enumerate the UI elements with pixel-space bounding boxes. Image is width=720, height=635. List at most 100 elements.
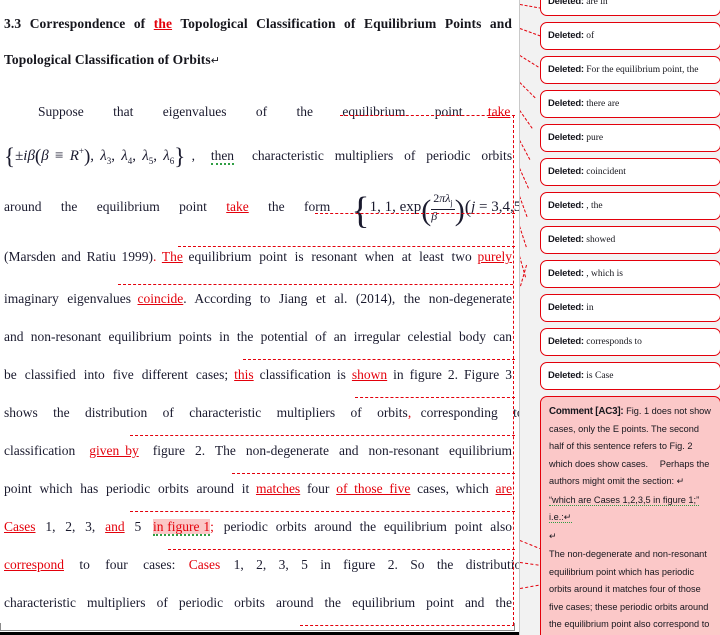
balloon-label: Deleted:: [548, 64, 584, 75]
line7-pre: be classified into five different cases;: [4, 367, 229, 382]
leader-line-12: [520, 540, 543, 550]
body-line-11: Cases 1, 2, 3, and 5 in figure 1; period…: [4, 508, 512, 546]
balloon-label: Deleted:: [548, 336, 584, 347]
comment-paragraph-2: “which are Cases 1,2,3,5 in figure 1;” i…: [549, 492, 712, 527]
ins-shown: shown: [351, 367, 388, 382]
balloon-text: For the equilibrium point, the: [586, 65, 699, 75]
balloon-label: Deleted:: [548, 30, 584, 41]
ins-take-2: take: [226, 199, 249, 214]
line6-text: and non-resonant equilibrium points in t…: [4, 329, 512, 344]
line5-pre: imaginary eigenvalues: [4, 291, 131, 306]
ins-this: this: [234, 367, 254, 382]
ins-Cases-2: Cases: [188, 557, 221, 572]
markup-balloon-pane[interactable]: Deleted: are in Deleted: of Deleted: For…: [519, 0, 720, 635]
w-that: that: [113, 104, 134, 119]
change-guide-line-3: [315, 213, 515, 214]
ins-The: The: [161, 249, 183, 264]
line9-pre: classification: [4, 443, 76, 458]
w-the: the: [296, 104, 314, 119]
formula-eigenvalue-set: {±iβ(β ≡ R+), λ3, λ4, λ5, λ6}: [4, 144, 186, 169]
line4-mid: equilibrium point is resonant when at le…: [188, 249, 472, 264]
balloon-text: pure: [586, 133, 604, 143]
ins-of-those-five: of those five: [336, 481, 411, 496]
line7-mid: classification is: [259, 367, 346, 382]
comment-label: Comment [AC3]:: [549, 406, 624, 417]
balloon-deleted-there-are[interactable]: Deleted: there are: [540, 90, 720, 118]
change-guide-line-5: [118, 284, 513, 285]
balloon-label: Deleted:: [548, 268, 584, 279]
balloon-list[interactable]: Deleted: are in Deleted: of Deleted: For…: [540, 0, 720, 635]
ins-matches: matches: [255, 481, 301, 496]
document-pane[interactable]: 3.3 Correspondence of the Topological Cl…: [0, 0, 519, 635]
body-line-1: Suppose that eigenvalues of the equilibr…: [4, 93, 512, 131]
line8-post: corresponding to the: [420, 405, 519, 420]
change-caret-2: ,: [407, 405, 412, 420]
w-suppose: Suppose: [38, 104, 84, 119]
body-line-8: shows the distribution of characteristic…: [4, 394, 519, 432]
balloon-text: corresponds to: [586, 337, 642, 347]
line11-semicolon: ;: [210, 519, 214, 534]
line10-pre: point which has periodic orbits around i…: [4, 481, 250, 496]
balloon-text: are in: [586, 0, 608, 7]
balloon-deleted-pure[interactable]: Deleted: pure: [540, 124, 720, 152]
body-line-3: around the equilibrium point take the fo…: [4, 181, 519, 234]
line12-post: 1, 2, 3, 5 in figure 2. So the distribut…: [233, 557, 519, 572]
balloon-deleted-which-is[interactable]: Deleted: , which is: [540, 260, 720, 288]
heading-line2-text: Topological Classification of Orbits: [4, 52, 211, 67]
leader-line-1: [520, 4, 542, 9]
balloon-deleted-showed[interactable]: Deleted: showed: [540, 226, 720, 254]
leader-line-7: [520, 168, 529, 189]
balloon-text: , which is: [586, 269, 623, 279]
balloon-deleted-comma-the[interactable]: Deleted: , the: [540, 192, 720, 220]
line13-text: characteristic multipliers of periodic o…: [4, 595, 512, 610]
leader-line-2: [520, 28, 541, 37]
balloon-label: Deleted:: [548, 370, 584, 381]
balloon-text: is Case: [586, 371, 614, 381]
line12-mid: to four cases:: [79, 557, 176, 572]
balloon-comment-ac3[interactable]: Comment [AC3]: Fig. 1 does not show case…: [540, 396, 720, 635]
line11-five: 5: [134, 519, 142, 534]
line10-mid: four: [306, 481, 330, 496]
balloon-deleted-in[interactable]: Deleted: in: [540, 294, 720, 322]
balloon-deleted-are-in[interactable]: Deleted: are in: [540, 0, 720, 16]
balloon-text: there are: [586, 99, 620, 109]
balloon-deleted-of[interactable]: Deleted: of: [540, 22, 720, 50]
line5-post: . According to Jiang et al. (2014), the …: [183, 291, 512, 306]
comment-paragraph-3: ↵: [549, 528, 712, 546]
line8-pre: shows the distribution of characteristic…: [4, 405, 408, 420]
balloon-text: coincident: [586, 167, 626, 177]
change-guide-vert-right: [513, 115, 514, 625]
change-guide-line-12: [168, 549, 515, 550]
line7-post: in figure 2. Figure 3: [393, 367, 513, 382]
leader-line-6: [520, 140, 531, 160]
leader-line-9: [520, 226, 527, 248]
balloon-deleted-is-case[interactable]: Deleted: is Case: [540, 362, 720, 390]
balloon-deleted-for-the-equilibrium-point[interactable]: Deleted: For the equilibrium point, the: [540, 56, 720, 84]
change-guide-line-11: [130, 511, 515, 512]
balloon-text: , the: [586, 201, 603, 211]
body-line-9: classification given by figure 2. The no…: [4, 432, 512, 470]
leader-line-3: [520, 55, 539, 68]
word-document-with-tracked-changes: 3.3 Correspondence of the Topological Cl…: [0, 0, 720, 635]
balloon-label: Deleted:: [548, 0, 584, 7]
body-line-6: and non-resonant equilibrium points in t…: [4, 318, 512, 356]
comment-text-1: Fig. 1 does not show cases, only the E p…: [549, 406, 711, 486]
change-guide-line-14: [300, 625, 515, 626]
ins-and: and: [105, 519, 125, 534]
document-body[interactable]: 3.3 Correspondence of the Topological Cl…: [4, 0, 519, 635]
pilcrow-mark: ↵: [210, 55, 221, 67]
body-line-7: be classified into five different cases;…: [4, 356, 512, 394]
heading-inserted-the: the: [153, 16, 173, 31]
comment-paragraph-4: The non-degenerate and non-resonant equi…: [549, 546, 712, 635]
line11-nums: 1, 2, 3,: [45, 519, 96, 534]
balloon-deleted-corresponds-to[interactable]: Deleted: corresponds to: [540, 328, 720, 356]
heading-text-post: Topological Classification of Equilibriu…: [180, 16, 513, 31]
balloon-deleted-coincident[interactable]: Deleted: coincident: [540, 158, 720, 186]
change-guide-line-7: [243, 359, 515, 360]
heading-number: 3.3: [4, 16, 22, 31]
balloon-label: Deleted:: [548, 98, 584, 109]
highlight-text: in figure 1: [153, 519, 211, 536]
heading-text-pre: Correspondence of: [29, 16, 146, 31]
leader-line-8: [520, 196, 528, 218]
line2-rest: characteristic multipliers of periodic o…: [251, 148, 513, 163]
